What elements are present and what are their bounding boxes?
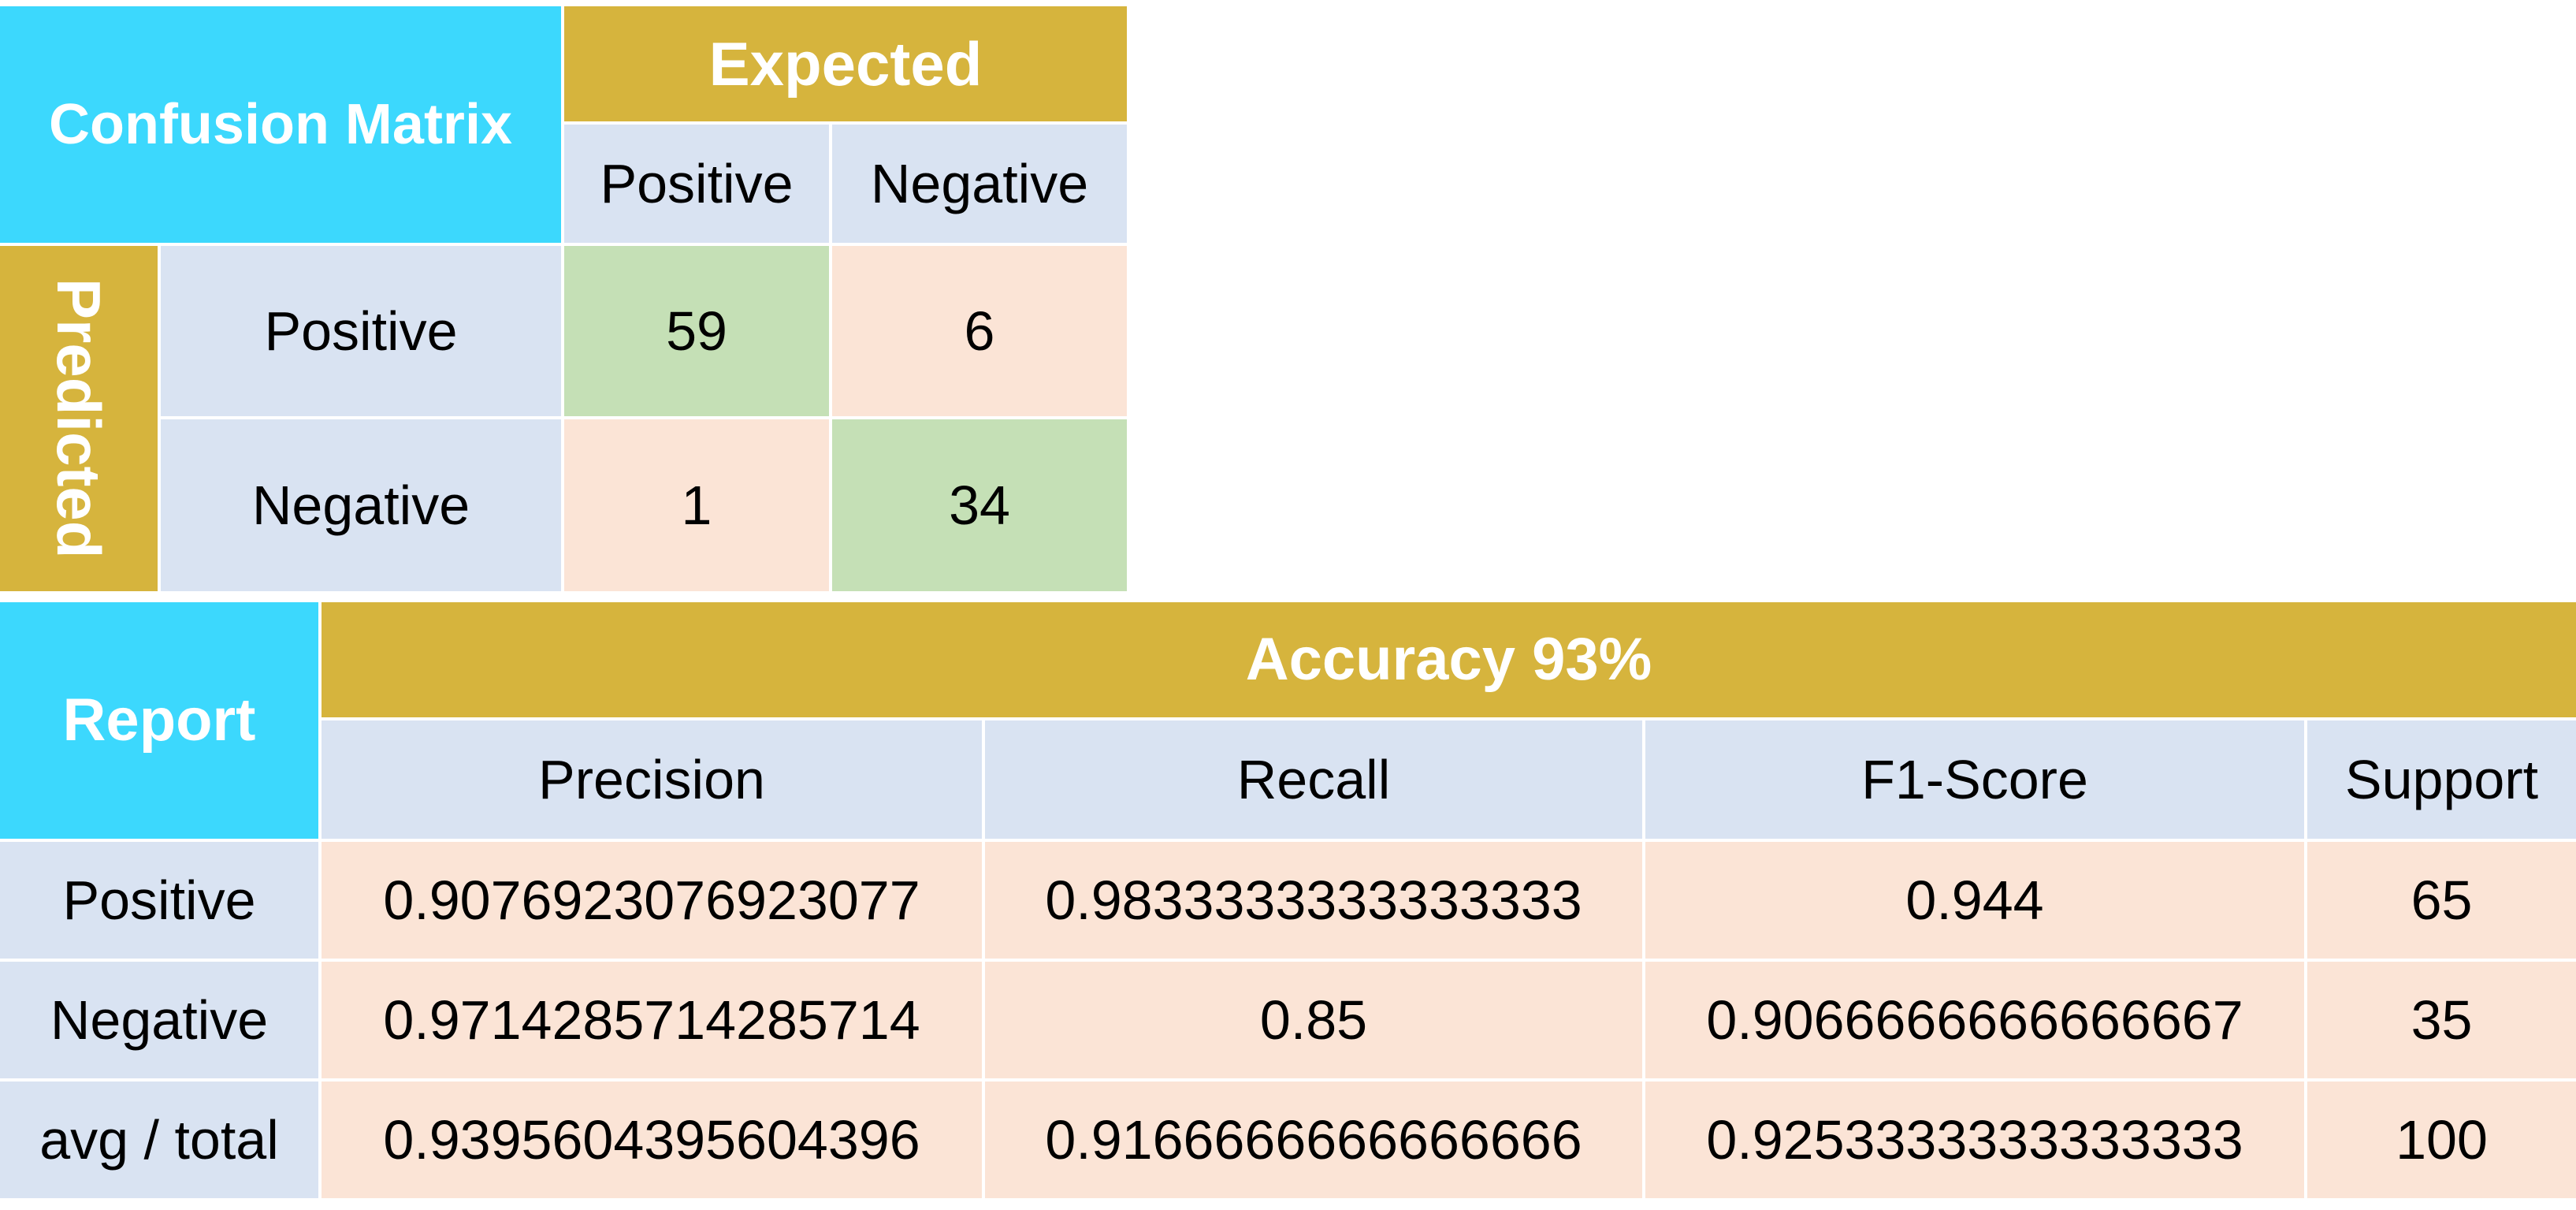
report-col-f1-score: F1-Score [1645,720,2304,839]
report-col-precision: Precision [322,720,982,839]
report-cell-avg-support: 100 [2307,1082,2576,1198]
report-col-support: Support [2307,720,2576,839]
predicted-row-positive: Positive [161,246,561,416]
report-row-label-avg-total: avg / total [0,1082,318,1198]
predicted-row-negative: Negative [161,419,561,591]
report-cell-avg-precision: 0.9395604395604396 [322,1082,982,1198]
accuracy-header: Accuracy 93% [322,602,2576,717]
report-cell-positive-support: 65 [2307,842,2576,959]
report-row-label-positive: Positive [0,842,318,959]
report-cell-avg-recall: 0.9166666666666666 [985,1082,1642,1198]
report-cell-positive-precision: 0.9076923076923077 [322,842,982,959]
cm-cell-false-negative: 1 [564,419,829,591]
report-cell-negative-precision: 0.9714285714285714 [322,962,982,1078]
expected-col-negative: Negative [832,125,1127,243]
cm-cell-false-positive: 6 [832,246,1127,416]
predicted-label: Predicted [44,278,113,559]
report-cell-negative-f1: 0.9066666666666667 [1645,962,2304,1078]
report-cell-negative-recall: 0.85 [985,962,1642,1078]
report-cell-negative-support: 35 [2307,962,2576,1078]
predicted-header: Predicted [0,246,158,591]
expected-col-positive: Positive [564,125,829,243]
confusion-matrix-title: Confusion Matrix [0,6,561,243]
cm-cell-true-positive: 59 [564,246,829,416]
report-cell-positive-f1: 0.944 [1645,842,2304,959]
report-col-recall: Recall [985,720,1642,839]
report-title: Report [0,602,318,839]
report-cell-positive-recall: 0.9833333333333333 [985,842,1642,959]
report-cell-avg-f1: 0.9253333333333333 [1645,1082,2304,1198]
report-row-label-negative: Negative [0,962,318,1078]
expected-header: Expected [564,6,1127,121]
cm-cell-true-negative: 34 [832,419,1127,591]
